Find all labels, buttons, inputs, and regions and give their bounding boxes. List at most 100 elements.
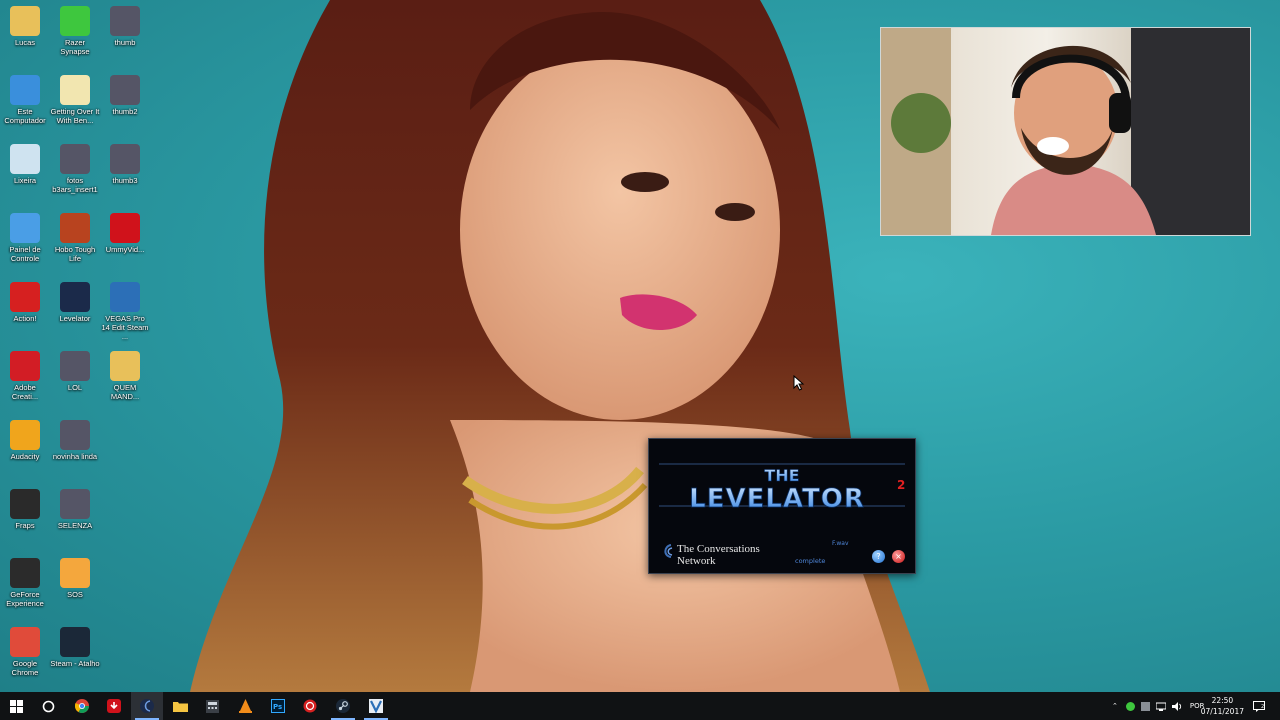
taskbar: Ps ⌃ POR 22:50 07/11/2017 2	[0, 692, 1280, 720]
desktop-icon[interactable]: Painel de Controle	[0, 207, 50, 263]
action-center-button[interactable]: 2	[1244, 692, 1274, 720]
desktop-icon-label: thumb2	[112, 107, 138, 116]
recycle-bin-icon	[10, 144, 40, 174]
desktop-icon[interactable]: thumb2	[100, 69, 150, 116]
desktop-icon-label: Fraps	[15, 521, 35, 530]
volume-icon[interactable]	[1171, 701, 1182, 711]
desktop-icon[interactable]: Action!	[0, 276, 50, 323]
desktop-icon[interactable]: Levelator	[50, 276, 100, 323]
desktop-icon[interactable]: Fraps	[0, 483, 50, 530]
search-button[interactable]	[32, 692, 64, 720]
folder-icon	[110, 351, 140, 381]
svg-text:2: 2	[1261, 704, 1264, 710]
chevron-up-icon[interactable]: ⌃	[1112, 702, 1118, 710]
audacity-icon	[10, 420, 40, 450]
desktop-icon[interactable]: SOS	[50, 552, 100, 599]
desktop-icon-label: novinha linda	[52, 452, 98, 461]
levelator-logo-version: 2	[897, 478, 905, 492]
desktop-icon[interactable]: Hobo Tough Life	[50, 207, 100, 263]
desktop-icon[interactable]: novinha linda	[50, 414, 100, 461]
taskbar-calculator[interactable]	[196, 692, 228, 720]
taskbar-levelator[interactable]	[131, 692, 163, 720]
desktop-icon-label: Google Chrome	[11, 659, 39, 677]
image-thumb-icon	[60, 351, 90, 381]
close-button[interactable]: ×	[892, 550, 905, 563]
steam-icon	[60, 627, 90, 657]
desktop-icon[interactable]: Getting Over It With Ben...	[50, 69, 100, 125]
levelator-logo-title: LEVELATOR	[689, 484, 865, 514]
desktop-icon-label: GeForce Experience	[6, 590, 44, 608]
photoshop-icon: Ps	[271, 699, 285, 713]
desktop-icon-label: thumb3	[112, 176, 138, 185]
processing-status: complete	[795, 557, 826, 565]
razer-tray-icon[interactable]	[1125, 701, 1135, 711]
download-icon	[107, 699, 121, 713]
desktop-icon[interactable]: Lixeira	[0, 138, 50, 185]
webcam-overlay	[880, 27, 1251, 236]
notification-icon: 2	[1253, 700, 1265, 712]
desktop-icon[interactable]: Audacity	[0, 414, 50, 461]
desktop-icon[interactable]: thumb3	[100, 138, 150, 185]
calculator-icon	[205, 699, 219, 713]
file-icon	[60, 75, 90, 105]
taskbar-clock[interactable]: 22:50 07/11/2017	[1201, 695, 1244, 717]
desktop-icon[interactable]: fotos b3ars_insert1	[50, 138, 100, 194]
desktop-icon-label: Audacity	[10, 452, 40, 461]
desktop-icon[interactable]: LOL	[50, 345, 100, 392]
desktop-icon[interactable]: Google Chrome	[0, 621, 50, 677]
taskbar-explorer[interactable]	[164, 692, 196, 720]
razer-icon	[60, 6, 90, 36]
vegas-icon	[369, 699, 383, 713]
desktop-icon-label: Este Computador	[4, 107, 46, 125]
nvidia-icon	[10, 558, 40, 588]
desktop-icon[interactable]: Steam - Atalho	[50, 621, 100, 668]
desktop-icon[interactable]: Este Computador	[0, 69, 50, 125]
levelator-window[interactable]: THE LEVELATOR 2 The Conversations Networ…	[648, 438, 916, 574]
network-icon[interactable]	[1155, 702, 1166, 711]
desktop-icon-label: Lucas	[14, 38, 35, 47]
desktop-icon-label: Adobe Creati...	[11, 383, 39, 401]
desktop-icon-label: Steam - Atalho	[50, 659, 100, 668]
levelator-logo-the: THE	[764, 466, 799, 485]
desktop-icon[interactable]: Razer Synapse	[50, 0, 100, 56]
game-icon	[60, 213, 90, 243]
desktop-icon[interactable]: GeForce Experience	[0, 552, 50, 608]
desktop-icon[interactable]: VEGAS Pro 14 Edit Steam ...	[100, 276, 150, 341]
tray-app-icon[interactable]	[1140, 701, 1150, 711]
taskbar-steam[interactable]	[327, 692, 359, 720]
desktop-icon-label: SELENZA	[57, 521, 93, 530]
search-icon	[42, 700, 54, 712]
taskbar-photoshop[interactable]: Ps	[262, 692, 294, 720]
taskbar-action[interactable]	[294, 692, 326, 720]
windows-icon	[9, 699, 23, 713]
desktop-icon-label: Levelator	[59, 314, 91, 323]
taskbar-chrome[interactable]	[66, 692, 98, 720]
desktop-icon[interactable]: SELENZA	[50, 483, 100, 530]
desktop-icon[interactable]: QUEM MAND...	[100, 345, 150, 401]
fraps-icon	[10, 489, 40, 519]
image-thumb-icon	[60, 489, 90, 519]
desktop-icon[interactable]: Lucas	[0, 0, 50, 47]
desktop-icon-label: Hobo Tough Life	[54, 245, 96, 263]
levelator-icon	[140, 699, 154, 713]
sos-icon	[60, 558, 90, 588]
computer-icon	[10, 75, 40, 105]
desktop-icon-label: fotos b3ars_insert1	[52, 176, 98, 194]
desktop-icon-label: Razer Synapse	[60, 38, 90, 56]
taskbar-vegas[interactable]	[360, 692, 392, 720]
taskbar-vlc[interactable]	[229, 692, 261, 720]
desktop-icon[interactable]: thumb	[100, 0, 150, 47]
desktop-icon[interactable]: Adobe Creati...	[0, 345, 50, 401]
taskbar-ummy[interactable]	[98, 692, 130, 720]
folder-icon	[172, 702, 188, 712]
image-thumb-icon	[110, 6, 140, 36]
start-button[interactable]	[0, 692, 32, 720]
levelator-logo: THE LEVELATOR 2	[659, 463, 905, 514]
desktop-icon[interactable]: UmmyVid...	[100, 207, 150, 254]
help-button[interactable]: ?	[872, 550, 885, 563]
vegas-icon	[110, 282, 140, 312]
record-icon	[10, 282, 40, 312]
desktop-icon-label: Painel de Controle	[9, 245, 41, 263]
image-thumb-icon	[110, 75, 140, 105]
desktop-icon-label: UmmyVid...	[105, 245, 145, 254]
